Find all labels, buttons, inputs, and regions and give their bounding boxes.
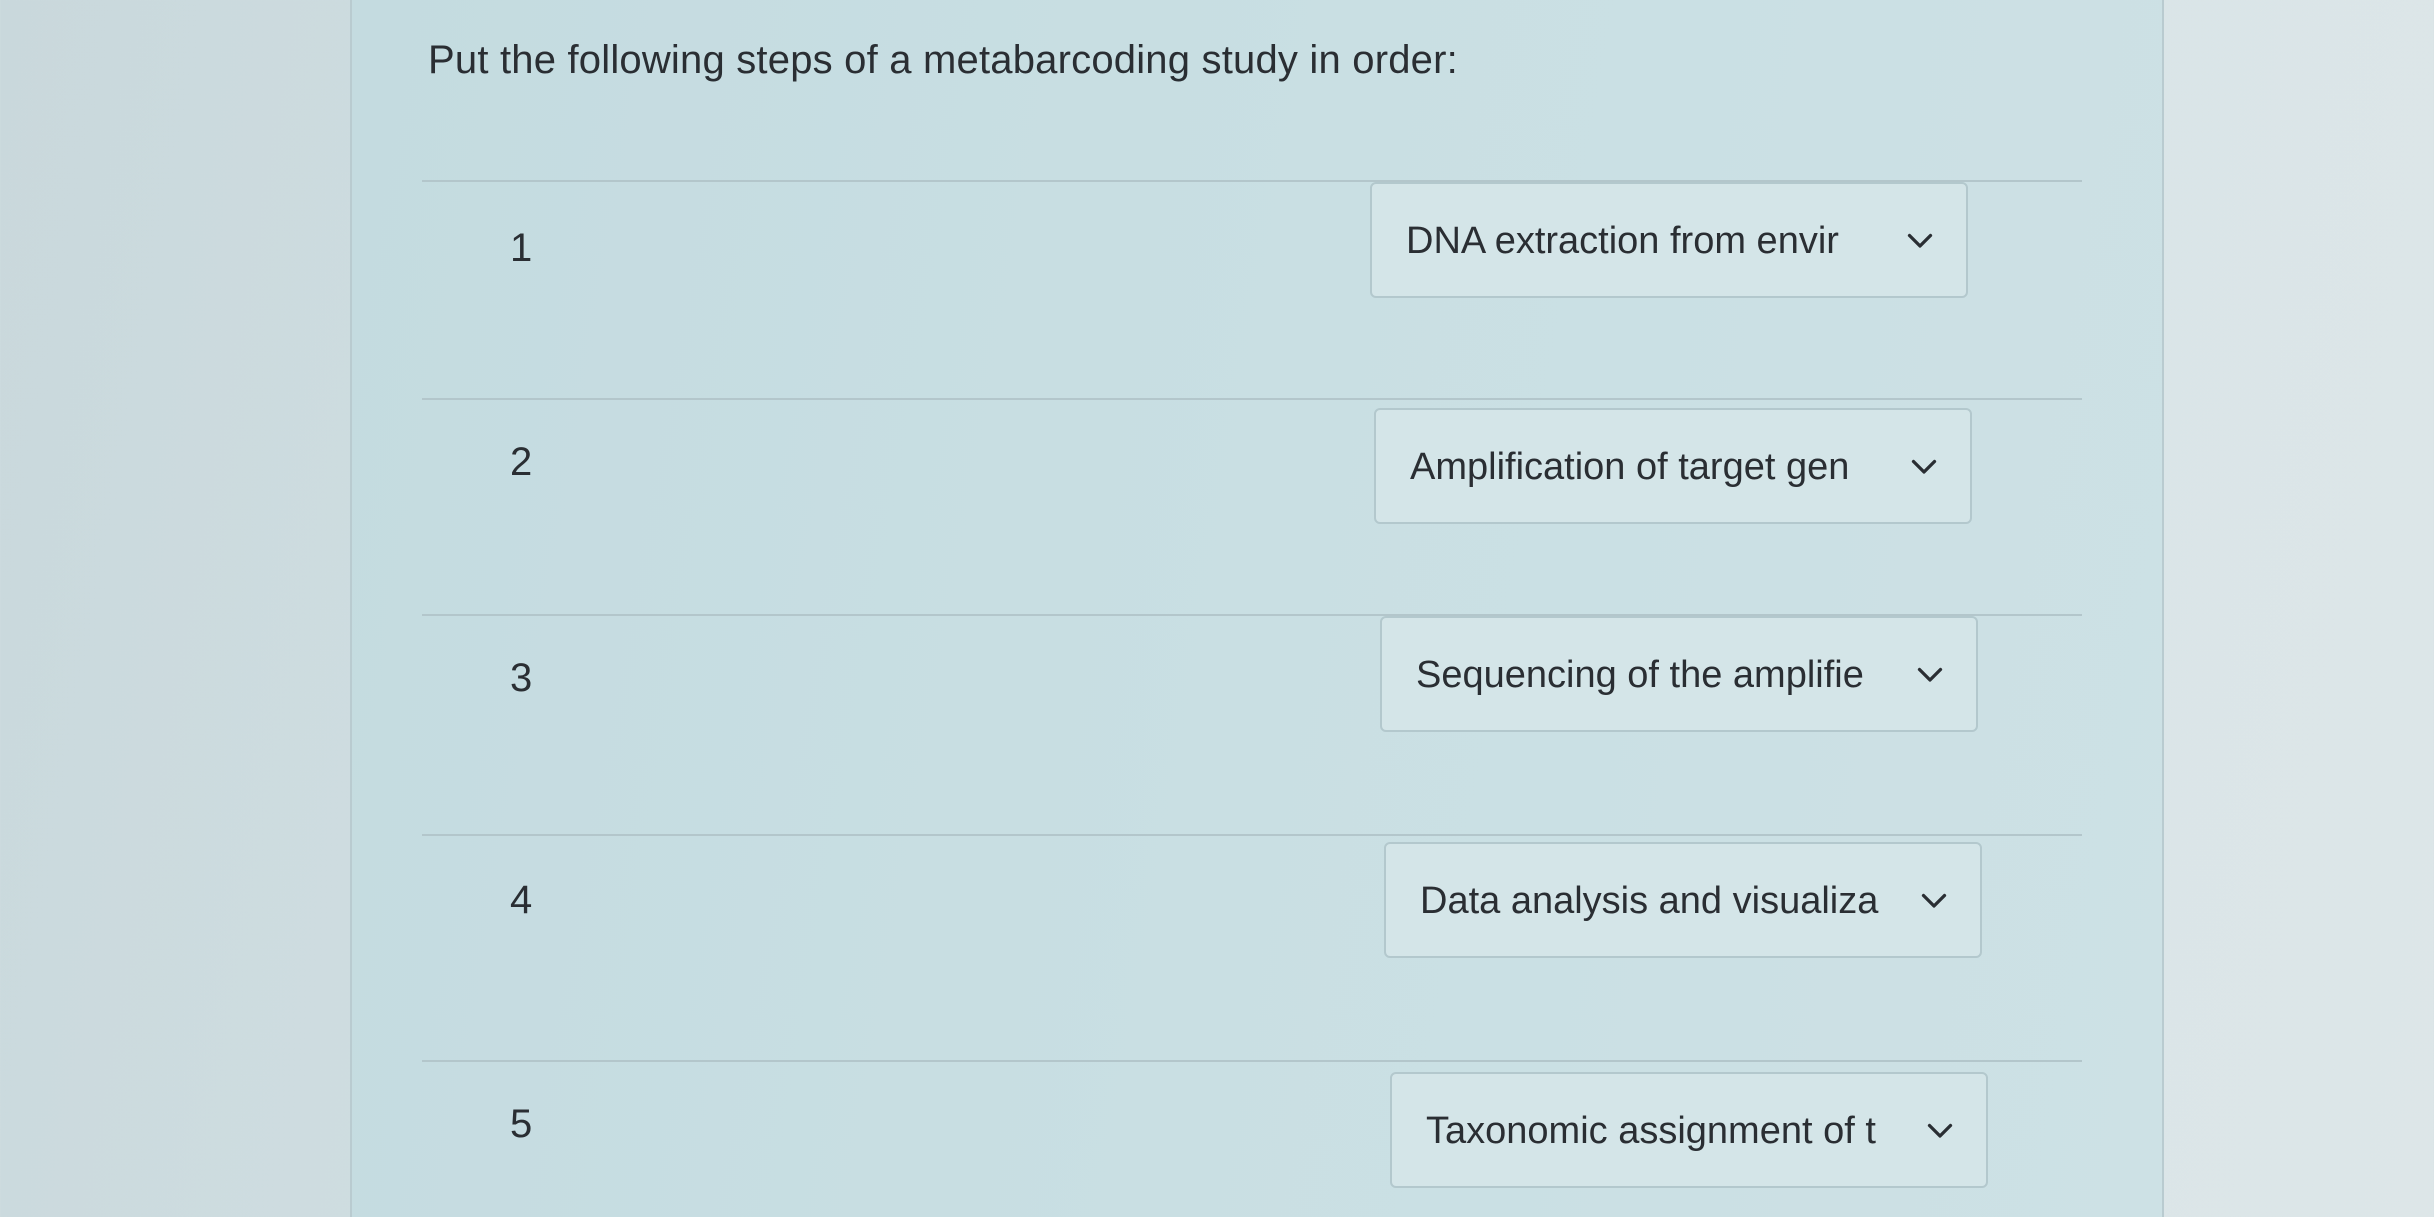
step-number: 5 xyxy=(510,1102,533,1146)
step-number: 3 xyxy=(510,656,533,700)
step-number: 2 xyxy=(510,440,533,484)
chevron-down-icon xyxy=(1912,656,1948,692)
ordering-row: 4 Data analysis and visualiza xyxy=(422,834,2082,1058)
chevron-down-icon xyxy=(1916,882,1952,918)
dropdown-selected-value: Sequencing of the amplifie xyxy=(1416,654,1864,696)
step-4-dropdown[interactable]: Data analysis and visualiza xyxy=(1384,842,1982,958)
dropdown-selected-value: Amplification of target gen xyxy=(1410,446,1850,488)
chevron-down-icon xyxy=(1902,222,1938,258)
step-number: 4 xyxy=(510,878,533,922)
dropdown-selected-value: DNA extraction from envir xyxy=(1406,220,1839,262)
dropdown-selected-value: Taxonomic assignment of t xyxy=(1426,1110,1876,1152)
ordering-row: 1 DNA extraction from envir xyxy=(422,180,2082,404)
step-1-dropdown[interactable]: DNA extraction from envir xyxy=(1370,182,1968,298)
question-panel: Put the following steps of a metabarcodi… xyxy=(350,0,2164,1217)
step-5-dropdown[interactable]: Taxonomic assignment of t xyxy=(1390,1072,1988,1188)
ordering-row: 5 Taxonomic assignment of t xyxy=(422,1060,2082,1217)
chevron-down-icon xyxy=(1922,1112,1958,1148)
dropdown-selected-value: Data analysis and visualiza xyxy=(1420,880,1879,922)
ordering-row: 3 Sequencing of the amplifie xyxy=(422,614,2082,838)
step-3-dropdown[interactable]: Sequencing of the amplifie xyxy=(1380,616,1978,732)
step-number: 1 xyxy=(510,226,533,270)
chevron-down-icon xyxy=(1906,448,1942,484)
ordering-row: 2 Amplification of target gen xyxy=(422,398,2082,622)
step-2-dropdown[interactable]: Amplification of target gen xyxy=(1374,408,1972,524)
question-text: Put the following steps of a metabarcodi… xyxy=(428,38,1458,82)
